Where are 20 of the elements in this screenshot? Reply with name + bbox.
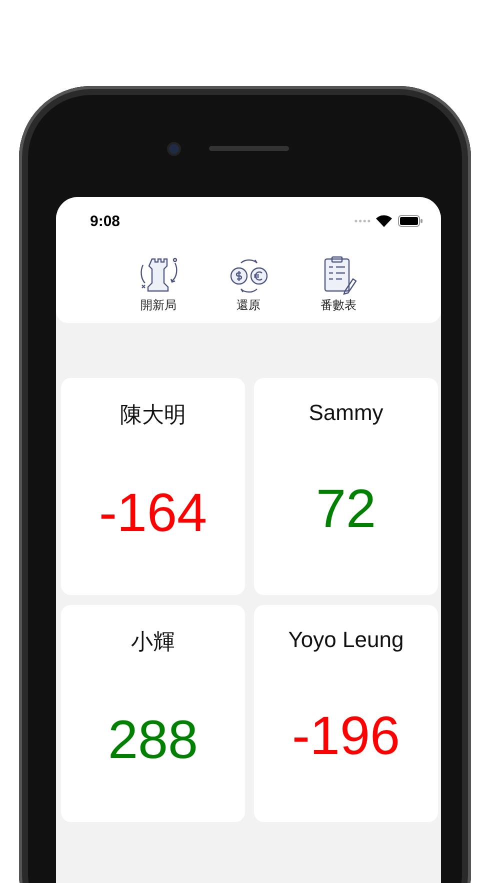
player-score: -196	[292, 705, 400, 767]
status-time: 9:08	[90, 212, 122, 230]
player-card[interactable]: Yoyo Leung -196	[254, 605, 438, 822]
toolbar-button[interactable]: 番數表	[316, 254, 362, 314]
player-card[interactable]: 陳大明 -164	[61, 378, 245, 595]
battery-icon	[398, 215, 423, 227]
player-score: 288	[108, 709, 198, 771]
player-name: Sammy	[308, 400, 384, 426]
player-name: 陳大明	[120, 401, 186, 429]
signal-icon	[354, 219, 371, 223]
toolbar-button[interactable]: 開新局	[136, 254, 182, 314]
toolbar-button[interactable]: 還原	[226, 254, 272, 314]
player-score: 72	[316, 478, 376, 540]
player-card[interactable]: Sammy 72	[254, 378, 438, 595]
player-name: 小輝	[131, 628, 175, 656]
camera-icon	[169, 144, 179, 154]
player-score: -164	[98, 482, 208, 544]
player-name: Yoyo Leung	[288, 627, 404, 653]
player-card[interactable]: 小輝 288	[61, 605, 245, 822]
wifi-icon	[376, 215, 392, 227]
